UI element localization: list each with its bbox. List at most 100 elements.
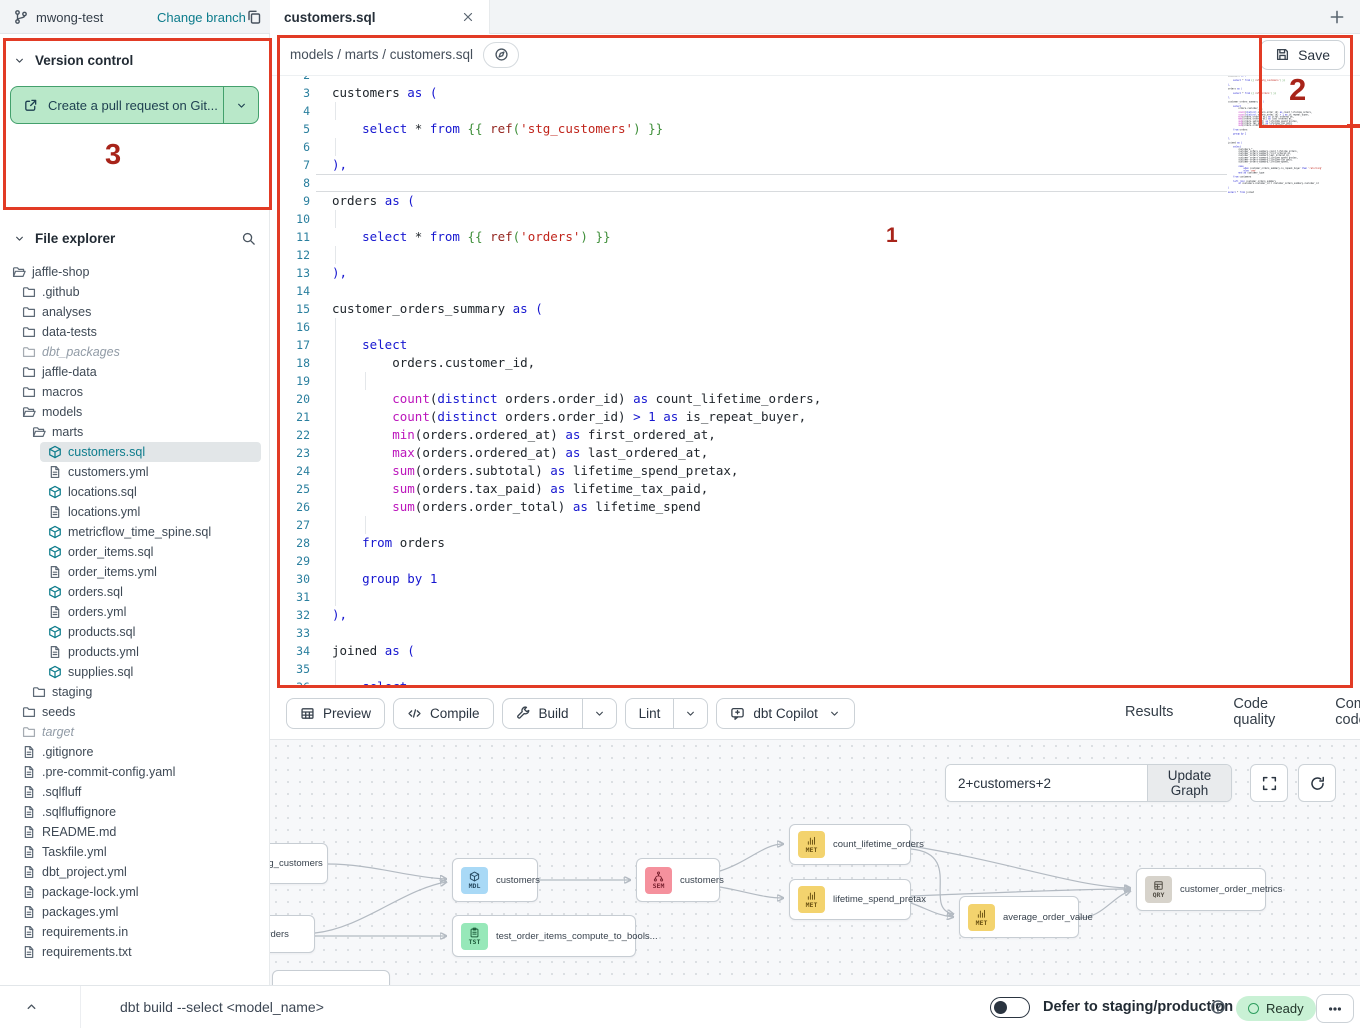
dbt-copilot-button[interactable]: dbt Copilot: [716, 698, 855, 729]
create-pr-dropdown-chevron[interactable]: [223, 87, 258, 123]
code-line[interactable]: 5 select * from {{ ref('stg_customers') …: [270, 120, 1360, 138]
file-tree-item[interactable]: marts: [0, 422, 269, 442]
file-tree-item[interactable]: target: [0, 722, 269, 742]
new-tab-button[interactable]: [1328, 8, 1346, 26]
lineage-node[interactable]: METlifetime_spend_pretax: [789, 879, 911, 920]
compile-button-main[interactable]: Compile: [394, 699, 493, 728]
file-tree-item[interactable]: macros: [0, 382, 269, 402]
file-tree-item[interactable]: products.yml: [0, 642, 269, 662]
file-tree-item[interactable]: README.md: [0, 822, 269, 842]
file-tree-item[interactable]: locations.yml: [0, 502, 269, 522]
file-tree-item[interactable]: .sqlfluffignore: [0, 802, 269, 822]
tab-results[interactable]: Results: [1110, 688, 1188, 739]
fullscreen-button[interactable]: [1250, 764, 1288, 802]
file-tree-item[interactable]: jaffle-shop: [0, 262, 269, 282]
code-line[interactable]: 26 sum(orders.order_total) as lifetime_s…: [270, 498, 1360, 516]
file-tree-item[interactable]: .pre-commit-config.yaml: [0, 762, 269, 782]
file-tree-item[interactable]: locations.sql: [0, 482, 269, 502]
file-tree-item[interactable]: .sqlfluff: [0, 782, 269, 802]
file-tree-item[interactable]: staging: [0, 682, 269, 702]
lineage-panel[interactable]: stg_customersorders MDLcustomers TSTtest_o…: [270, 740, 1360, 985]
file-explorer-header[interactable]: File explorer: [0, 226, 269, 250]
code-line[interactable]: 15customer_orders_summary as (: [270, 300, 1360, 318]
code-line[interactable]: 35: [270, 660, 1360, 678]
update-graph-button[interactable]: Update Graph: [1147, 765, 1231, 801]
code-line[interactable]: 7),: [270, 156, 1360, 174]
code-line[interactable]: 20 count(distinct orders.order_id) as co…: [270, 390, 1360, 408]
version-control-header[interactable]: Version control: [0, 48, 269, 72]
build-button[interactable]: Build: [502, 698, 617, 729]
lineage-node[interactable]: stg_customers: [270, 843, 328, 884]
lineage-node[interactable]: MDLcustomers: [452, 858, 538, 902]
code-line[interactable]: 29: [270, 552, 1360, 570]
lint-button-main[interactable]: Lint: [626, 699, 674, 728]
create-pr-button-main[interactable]: Create a pull request on Git...: [11, 87, 223, 123]
code-line[interactable]: 28 from orders: [270, 534, 1360, 552]
dbt-copilot-button-main[interactable]: dbt Copilot: [717, 699, 854, 728]
change-branch-link[interactable]: Change branch: [157, 0, 246, 34]
code-line[interactable]: 19: [270, 372, 1360, 390]
defer-toggle[interactable]: [990, 997, 1030, 1018]
lineage-node[interactable]: METcount_lifetime_orders: [789, 824, 911, 865]
code-line[interactable]: 4: [270, 102, 1360, 120]
file-tree-item[interactable]: package-lock.yml: [0, 882, 269, 902]
build-button-main[interactable]: Build: [503, 699, 582, 728]
copy-icon[interactable]: [246, 9, 262, 25]
code-line[interactable]: 27: [270, 516, 1360, 534]
command-input[interactable]: dbt build --select <model_name>: [120, 986, 324, 1028]
build-dropdown-chevron[interactable]: [582, 699, 616, 728]
file-tree-item[interactable]: customers.yml: [0, 462, 269, 482]
more-options-button[interactable]: [1316, 994, 1354, 1023]
code-line[interactable]: 3customers as (: [270, 84, 1360, 102]
code-line[interactable]: 18 orders.customer_id,: [270, 354, 1360, 372]
expand-command-bar-icon[interactable]: [24, 999, 39, 1014]
lineage-node[interactable]: TSTtest_order_items_compute_to_bools...: [452, 915, 636, 957]
file-tree-item[interactable]: dbt_packages: [0, 342, 269, 362]
file-tree-item[interactable]: orders.sql: [0, 582, 269, 602]
close-tab-icon[interactable]: [461, 10, 475, 24]
code-line[interactable]: 32),: [270, 606, 1360, 624]
file-tree-item[interactable]: jaffle-data: [0, 362, 269, 382]
file-tree-item[interactable]: supplies.sql: [0, 662, 269, 682]
tab-code-quality[interactable]: Code quality: [1218, 688, 1290, 739]
lineage-node[interactable]: [272, 970, 390, 985]
file-tree-item[interactable]: packages.yml: [0, 902, 269, 922]
compile-button[interactable]: Compile: [393, 698, 494, 729]
lineage-node[interactable]: METaverage_order_value: [959, 896, 1079, 938]
file-tree-item[interactable]: data-tests: [0, 322, 269, 342]
file-tree-item[interactable]: customers.sql: [0, 442, 269, 462]
file-tree-item[interactable]: models: [0, 402, 269, 422]
lineage-node[interactable]: orders: [270, 915, 315, 953]
code-line[interactable]: 11 select * from {{ ref('orders') }}: [270, 228, 1360, 246]
file-tree-item[interactable]: analyses: [0, 302, 269, 322]
code-line[interactable]: 10: [270, 210, 1360, 228]
lineage-node[interactable]: SEMcustomers: [636, 858, 720, 902]
file-tree-item[interactable]: Taskfile.yml: [0, 842, 269, 862]
code-line[interactable]: 12: [270, 246, 1360, 264]
create-pr-button[interactable]: Create a pull request on Git...: [10, 86, 259, 124]
code-line[interactable]: 30 group by 1: [270, 570, 1360, 588]
file-tree-item[interactable]: orders.yml: [0, 602, 269, 622]
code-line[interactable]: 16: [270, 318, 1360, 336]
file-tree-item[interactable]: metricflow_time_spine.sql: [0, 522, 269, 542]
code-line[interactable]: 36 select: [270, 678, 1360, 688]
code-line[interactable]: 22 min(orders.ordered_at) as first_order…: [270, 426, 1360, 444]
code-line[interactable]: 34joined as (: [270, 642, 1360, 660]
code-line[interactable]: 13),: [270, 264, 1360, 282]
file-tree-item[interactable]: requirements.txt: [0, 942, 269, 962]
code-line[interactable]: 24 sum(orders.subtotal) as lifetime_spen…: [270, 462, 1360, 480]
code-line[interactable]: 17 select: [270, 336, 1360, 354]
refresh-graph-button[interactable]: [1298, 764, 1336, 802]
tab-compiled-code[interactable]: Compiled code: [1320, 688, 1360, 739]
file-tree-item[interactable]: dbt_project.yml: [0, 862, 269, 882]
file-tree-item[interactable]: order_items.sql: [0, 542, 269, 562]
file-tree-item[interactable]: seeds: [0, 702, 269, 722]
code-line[interactable]: 9orders as (: [270, 192, 1360, 210]
code-line[interactable]: 23 max(orders.ordered_at) as last_ordere…: [270, 444, 1360, 462]
code-line[interactable]: 14: [270, 282, 1360, 300]
code-line[interactable]: 6: [270, 138, 1360, 156]
code-line[interactable]: 2: [270, 76, 1360, 84]
file-tree-item[interactable]: order_items.yml: [0, 562, 269, 582]
code-line[interactable]: 31: [270, 588, 1360, 606]
docs-compass-button[interactable]: [483, 42, 519, 68]
